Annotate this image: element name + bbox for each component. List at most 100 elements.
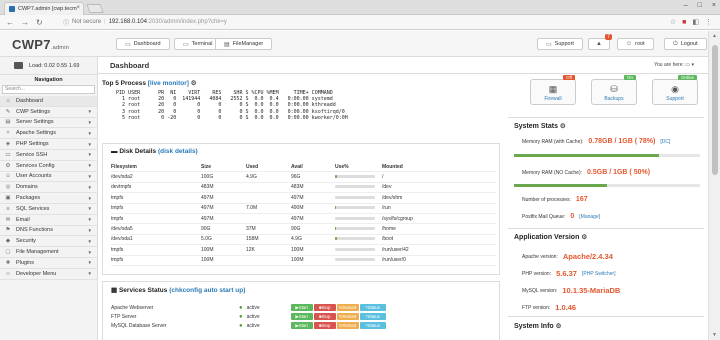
page-scrollbar[interactable]: ▲ ▼ [708,31,720,340]
restart-button[interactable]: ↻ Restart [336,313,359,320]
firewall-icon: ▦ [548,84,558,94]
favicon-icon [9,6,15,12]
support-quick-button[interactable]: Online ◉ Support [652,75,698,105]
scroll-down-icon[interactable]: ▼ [712,332,717,338]
filesystem-cell: tmpfs [111,215,124,222]
hdd-icon: ▬ [111,148,118,155]
sidebar-item[interactable]: ⚑ DNS Functions ▼ [0,226,97,237]
menu-icon[interactable]: ⋮ [705,18,712,26]
sidebar-item[interactable]: ⌂ Dashboard [0,96,97,107]
sidebar-item[interactable]: ▤ Server Settings ▼ [0,118,97,129]
extension-icon[interactable]: ◧ [692,18,699,26]
support-button[interactable]: ▭ Support [537,38,583,50]
scroll-up-icon[interactable]: ▲ [712,33,717,39]
service-name: Apache Webserver [111,304,154,311]
sidebar-item-label: Security [16,238,36,245]
sidebar-item[interactable]: ✚ Plugins ▼ [0,258,97,269]
sidebar-item[interactable]: ◆ Security ▼ [0,236,97,248]
extension-icon[interactable]: ■ [682,19,686,26]
gear-icon[interactable]: ⚙ [556,323,562,330]
stop-button[interactable]: ■ Stop [313,313,336,320]
stop-button[interactable]: ■ Stop [313,322,336,329]
manage-link[interactable]: [Manage] [579,214,600,220]
start-button[interactable]: ▶ Start [290,304,313,311]
php-icon: ◈ [5,141,11,148]
star-icon[interactable]: ☆ [670,18,676,26]
logo[interactable]: CWP7.admin [12,37,69,52]
apache-version-row: Apache version: Apache/2.4.34 [522,252,613,261]
dashboard-button[interactable]: ▭ Dashboard [116,38,170,50]
system-stats-title: System Stats ⚙ [514,123,566,130]
sidebar-item[interactable]: ✎ CWP Settings ▼ [0,107,97,118]
backups-quick-button[interactable]: On ⛁ Backups [591,75,637,105]
sidebar-item[interactable]: ≡ SQL Services ▼ [0,204,97,215]
live-monitor-link[interactable]: [live monitor] [148,80,189,87]
gear-icon[interactable]: ⚙ [581,234,587,241]
service-row: FTP Server ● active ▶ Start ■ Stop ↻ Restart?… [111,312,387,321]
chevron-down-icon: ▼ [87,238,92,244]
wrench-icon: ✎ [5,108,11,115]
table-row: /dev/sda1 5.0G 158M 4.9G/boot [111,235,496,246]
scrollbar-thumb[interactable] [712,45,718,175]
address-bar: ← → ↻ ⓘ Not secure | 192.168.0.104:2030/… [0,15,720,30]
user-button[interactable]: ☺ root [617,38,654,50]
dc-link[interactable]: [DC] [660,139,670,145]
chevron-down-icon: ▼ [87,217,92,223]
nav-title: Navigation [34,77,63,83]
main-content: Dashboard You are here: ▭ ▾ Top 5 Proces… [98,57,708,340]
start-button[interactable]: ▶ Start [290,313,313,320]
monitor-icon [14,62,23,69]
chkconfig-link[interactable]: (chkconfig auto start up) [169,287,245,294]
nav-search-input[interactable]: Search... [2,85,95,94]
status-button[interactable]: ? Status [359,313,386,320]
close-tab-icon[interactable]: × [76,5,80,11]
chevron-down-icon: ▼ [87,271,92,277]
close-window-icon[interactable]: × [712,2,716,9]
size-cell: 5.0G [201,236,212,243]
stop-button[interactable]: ■ Stop [313,304,336,311]
reload-icon[interactable]: ↻ [36,18,43,27]
notifications-button[interactable]: ▲ 7 [588,34,612,50]
start-button[interactable]: ▶ Start [290,322,313,329]
mount-cell: /run [382,205,391,212]
new-tab-button[interactable] [86,4,104,13]
chevron-down-icon: ▼ [87,141,92,147]
home-icon[interactable]: ▭ [685,62,690,68]
forward-icon[interactable]: → [21,18,29,27]
gear-icon[interactable]: ⚙ [191,80,197,87]
status-button[interactable]: ? Status [359,304,386,311]
sidebar-item-label: User Accounts [16,173,52,180]
sidebar-item[interactable]: ▢ File Management ▼ [0,247,97,258]
gear-icon[interactable]: ⚙ [560,123,566,130]
sidebar-item[interactable]: ‹› Developer Menu ▼ [0,269,97,280]
status-button[interactable]: ? Status [359,322,386,329]
sidebar-item[interactable]: ✉ Email ▼ [0,215,97,226]
sidebar-item[interactable]: ◈ PHP Settings ▼ [0,139,97,150]
filemanager-button[interactable]: ▤ FileManager [215,38,273,50]
avail-cell: 90G [291,226,301,233]
browser-tab-bar: CWP7.admin [cwp.tecm × – □ × [0,0,720,15]
sidebar-item[interactable]: ▣ Packages ▼ [0,193,97,204]
sidebar-item[interactable]: ✧ Apache Settings ▼ [0,128,97,140]
restart-button[interactable]: ↻ Restart [336,322,359,329]
back-icon[interactable]: ← [6,18,14,27]
used-cell: 158M [246,236,259,243]
page-title-bar: Dashboard You are here: ▭ ▾ [98,57,708,74]
sidebar-item[interactable]: ◎ Domains ▼ [0,182,97,194]
sidebar-item[interactable]: ⚙ Services Config ▼ [0,161,97,172]
url-field[interactable]: ⓘ Not secure | 192.168.0.104:2030/admin/… [60,17,670,28]
firewall-quick-button[interactable]: Off ▦ Firewall [530,75,576,105]
mysql-version-row: MySQL version: 10.1.35-MariaDB [522,286,621,295]
restart-button[interactable]: ↻ Restart [336,304,359,311]
logout-button[interactable]: ⏻ Logout [664,38,707,50]
disk-details-link[interactable]: (disk details) [158,148,198,155]
gear-icon: ⚙ [5,162,11,169]
sidebar-item[interactable]: ☺ User Accounts ▼ [0,172,97,183]
info-icon[interactable]: ⓘ [63,18,69,27]
sidebar-item[interactable]: ▭ Service SSH ▼ [0,150,97,161]
usage-bar [335,247,375,251]
minimize-icon[interactable]: – [684,2,688,9]
browser-tab[interactable]: CWP7.admin [cwp.tecm × [4,2,84,15]
maximize-icon[interactable]: □ [698,2,702,9]
php-switcher-link[interactable]: [PHP Switcher] [582,271,616,277]
